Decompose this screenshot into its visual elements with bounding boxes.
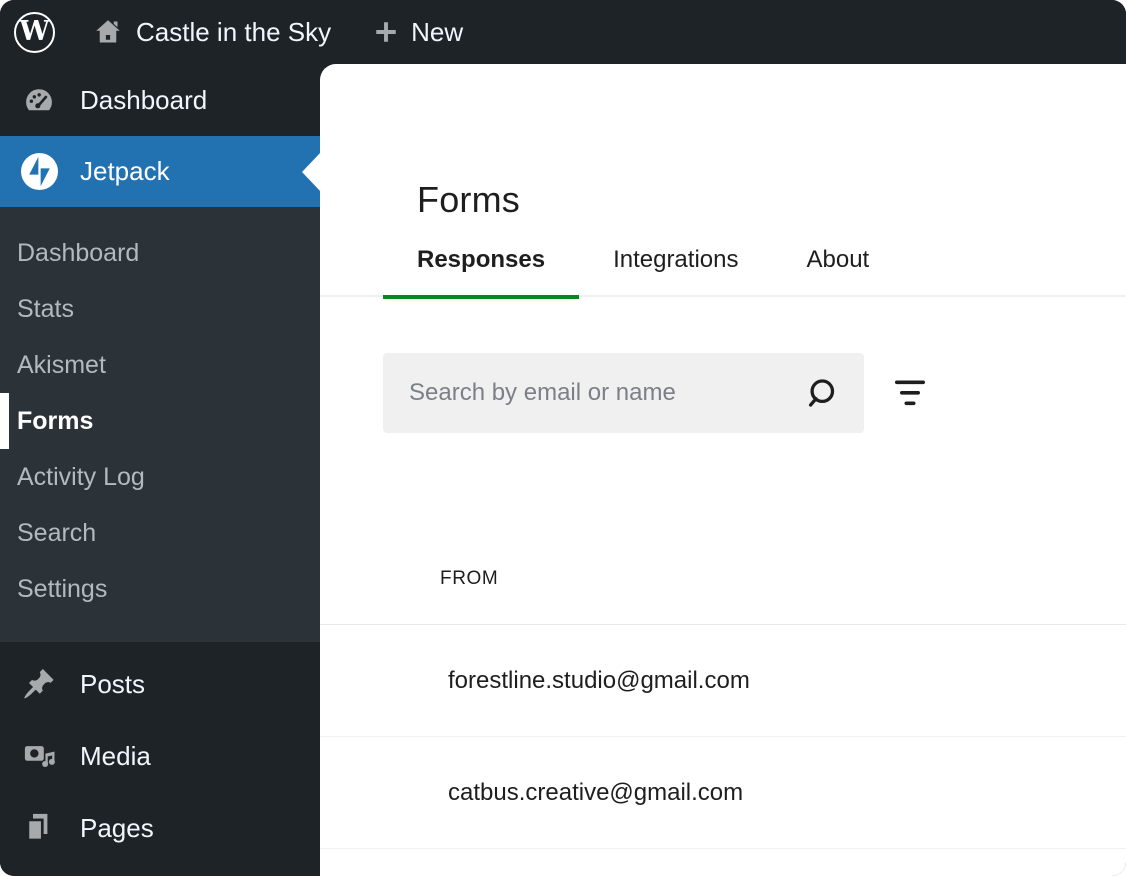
tab-label: Responses (417, 246, 545, 274)
search-input[interactable] (409, 379, 802, 407)
submenu-label: Stats (17, 295, 74, 324)
submenu-label: Forms (17, 407, 93, 436)
tab-label: Integrations (613, 246, 738, 274)
dashboard-gauge-icon (20, 81, 58, 119)
home-icon (93, 17, 123, 47)
response-from-email: catbus.creative@gmail.com (448, 779, 743, 807)
sidebar-item-jetpack[interactable]: Jetpack (0, 136, 320, 207)
responses-table: FROM forestline.studio@gmail.com catbus.… (320, 497, 1126, 876)
tab-label: About (806, 246, 869, 274)
submenu-label: Search (17, 519, 96, 548)
search-field (383, 353, 864, 433)
site-name-label: Castle in the Sky (136, 17, 331, 48)
submenu-label: Dashboard (17, 239, 139, 268)
submenu-item-akismet[interactable]: Akismet (0, 337, 320, 393)
active-menu-arrow (302, 152, 321, 192)
table-row[interactable]: dustsprite.design@gmail.com (320, 849, 1126, 876)
tab-about[interactable]: About (772, 225, 903, 299)
sidebar-item-label: Media (80, 741, 151, 772)
sidebar-item-label: Jetpack (80, 156, 170, 187)
wordpress-logo-icon[interactable]: W (14, 12, 55, 53)
submenu-item-settings[interactable]: Settings (0, 561, 320, 617)
submenu-item-dashboard[interactable]: Dashboard (0, 225, 320, 281)
search-icon[interactable] (802, 373, 842, 413)
forms-tabs: Responses Integrations About (320, 225, 1126, 297)
column-header-from: FROM (440, 568, 498, 590)
submenu-label: Settings (17, 575, 107, 604)
sidebar-bottom-group: Posts Media (0, 648, 320, 864)
pushpin-icon (20, 665, 58, 703)
tab-integrations[interactable]: Integrations (579, 225, 772, 299)
submenu-item-forms[interactable]: Forms (0, 393, 320, 449)
submenu-label: Akismet (17, 351, 106, 380)
submenu-item-stats[interactable]: Stats (0, 281, 320, 337)
sidebar-item-posts[interactable]: Posts (0, 648, 320, 720)
admin-bar: W Castle in the Sky New (0, 0, 1126, 64)
forms-content-panel: Forms Responses Integrations About (320, 64, 1126, 876)
filter-icon (894, 379, 926, 407)
plus-icon (373, 19, 399, 45)
response-from-email: forestline.studio@gmail.com (448, 667, 750, 695)
filter-button[interactable] (886, 369, 934, 417)
table-row[interactable]: forestline.studio@gmail.com (320, 625, 1126, 737)
submenu-item-activity-log[interactable]: Activity Log (0, 449, 320, 505)
sidebar-item-dashboard[interactable]: Dashboard (0, 64, 320, 136)
submenu-label: Activity Log (17, 463, 145, 492)
sidebar-item-label: Pages (80, 813, 154, 844)
pages-icon (20, 809, 58, 847)
sidebar-item-label: Posts (80, 669, 145, 700)
media-icon (20, 737, 58, 775)
admin-sidebar: Dashboard Jetpack Dashboard Stats Akisme… (0, 64, 320, 876)
jetpack-icon (20, 153, 58, 191)
search-row (383, 353, 934, 433)
new-button[interactable]: New (373, 17, 463, 48)
jetpack-submenu: Dashboard Stats Akismet Forms Activity L… (0, 207, 320, 642)
new-button-label: New (411, 17, 463, 48)
site-name-link[interactable]: Castle in the Sky (93, 17, 331, 48)
sidebar-item-media[interactable]: Media (0, 720, 320, 792)
table-header-row: FROM (320, 497, 1126, 625)
sidebar-item-pages[interactable]: Pages (0, 792, 320, 864)
table-row[interactable]: catbus.creative@gmail.com (320, 737, 1126, 849)
submenu-item-search[interactable]: Search (0, 505, 320, 561)
page-title: Forms (417, 179, 520, 221)
tab-responses[interactable]: Responses (383, 225, 579, 299)
sidebar-item-label: Dashboard (80, 85, 207, 116)
wordpress-admin-screen: W Castle in the Sky New (0, 0, 1126, 876)
